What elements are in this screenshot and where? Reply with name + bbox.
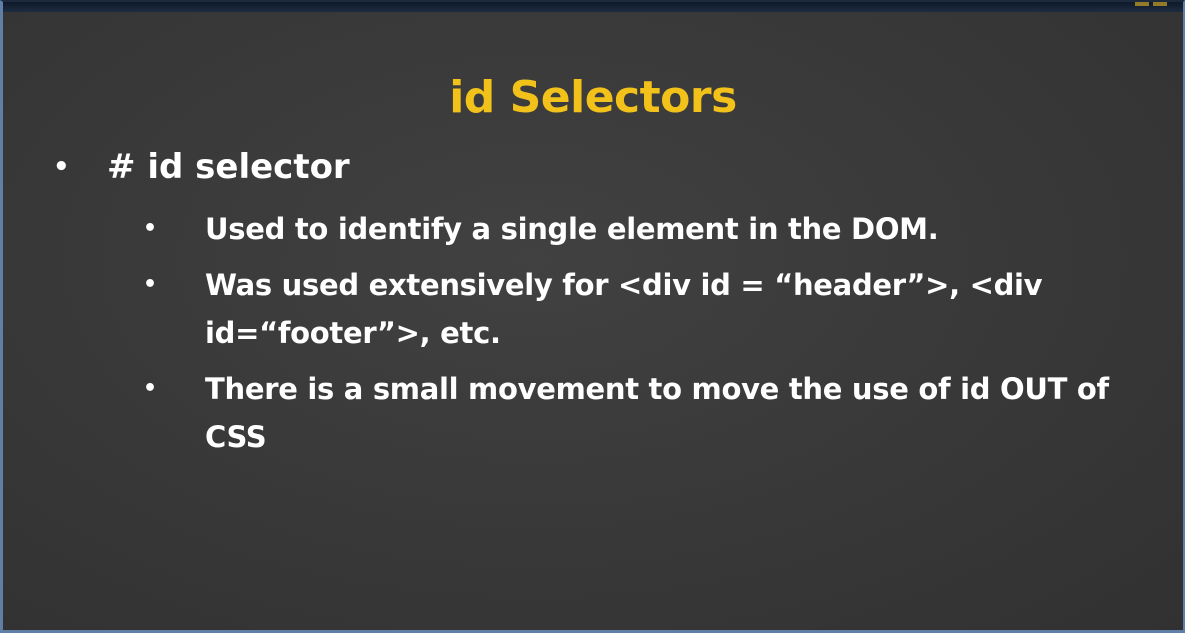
- sub-bullet: • Was used extensively for <div id = “he…: [143, 261, 1143, 357]
- sub-bullet-text: Was used extensively for <div id = “head…: [205, 268, 1043, 350]
- slide-title: id Selectors: [449, 72, 737, 123]
- sub-bullet-marker: •: [143, 376, 158, 401]
- sub-bullet: • There is a small movement to move the …: [143, 365, 1143, 461]
- sub-bullet: • Used to identify a single element in t…: [143, 205, 1143, 253]
- bullet-text: # id selector: [107, 147, 350, 187]
- slide: id Selectors • # id selector • Used to i…: [3, 12, 1183, 630]
- presentation-frame: id Selectors • # id selector • Used to i…: [0, 0, 1185, 633]
- bullet-id-selector: • # id selector: [53, 147, 350, 187]
- sub-bullet-marker: •: [143, 272, 158, 297]
- control-mark: [1153, 2, 1167, 6]
- control-mark: [1135, 2, 1149, 6]
- sub-bullet-text: Used to identify a single element in the…: [205, 212, 939, 246]
- sub-bullet-list: • Used to identify a single element in t…: [143, 205, 1143, 469]
- window-top-strip: [3, 2, 1183, 12]
- sub-bullet-text: There is a small movement to move the us…: [205, 372, 1109, 454]
- bullet-marker: •: [53, 152, 70, 182]
- sub-bullet-marker: •: [143, 216, 158, 241]
- window-controls: [1135, 2, 1175, 8]
